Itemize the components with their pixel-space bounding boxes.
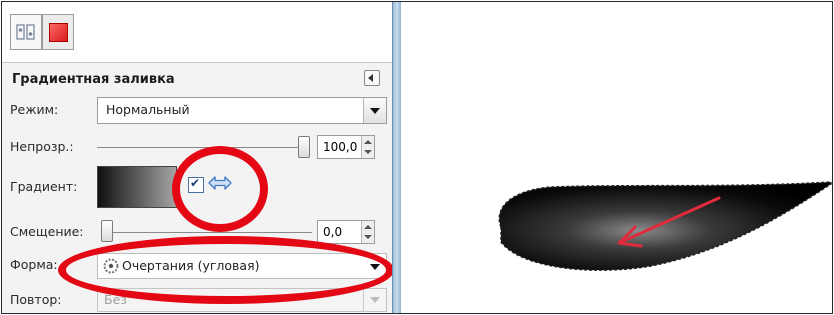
panel-tab-strip xyxy=(2,2,392,63)
offset-label: Смещение: xyxy=(10,224,84,239)
gradient-preview[interactable] xyxy=(97,166,177,208)
red-square-icon xyxy=(49,23,68,42)
mode-label: Режим: xyxy=(10,102,59,117)
tool-options-icon xyxy=(16,24,35,40)
opacity-value: 100,0 xyxy=(323,140,358,154)
tab-colors[interactable] xyxy=(42,14,74,50)
shape-value: Очертания (угловая) xyxy=(122,258,260,273)
panel-title: Градиентная заливка xyxy=(12,72,175,87)
spin-arrows-icon[interactable] xyxy=(361,136,374,158)
screenshot-frame: Градиентная заливка Режим: Нормальный Не… xyxy=(1,1,833,314)
chevron-down-icon[interactable] xyxy=(363,98,386,123)
opacity-slider-track[interactable] xyxy=(97,147,307,148)
tool-options-panel: Градиентная заливка Режим: Нормальный Не… xyxy=(2,2,394,313)
offset-slider-handle[interactable] xyxy=(101,220,113,242)
spin-arrows-icon[interactable] xyxy=(361,221,374,243)
opacity-spinbox[interactable]: 100,0 xyxy=(317,135,375,159)
repeat-value: Без xyxy=(104,292,127,307)
shape-corner-icon xyxy=(103,258,119,274)
mode-select[interactable]: Нормальный xyxy=(97,97,387,124)
repeat-select[interactable]: Без xyxy=(97,288,387,312)
shape-select[interactable]: Очертания (угловая) xyxy=(97,253,387,279)
swap-arrows-icon[interactable] xyxy=(207,174,233,192)
reverse-checkbox[interactable] xyxy=(188,176,204,193)
repeat-label: Повтор: xyxy=(10,292,62,307)
tab-tool-options[interactable] xyxy=(10,14,42,50)
mode-value: Нормальный xyxy=(106,102,190,117)
chevron-down-icon[interactable] xyxy=(364,254,386,278)
offset-spinbox[interactable]: 0,0 xyxy=(317,220,375,244)
offset-value: 0,0 xyxy=(323,225,343,239)
shape-label: Форма: xyxy=(10,257,58,272)
offset-slider-track[interactable] xyxy=(102,232,312,233)
image-canvas[interactable] xyxy=(401,2,832,313)
gradient-label: Градиент: xyxy=(10,179,78,194)
gradient-shape-preview xyxy=(498,181,832,271)
collapse-left-icon[interactable] xyxy=(364,70,380,86)
opacity-label: Непрозр.: xyxy=(10,139,74,154)
opacity-slider-handle[interactable] xyxy=(298,136,310,158)
chevron-down-icon[interactable] xyxy=(363,289,386,311)
selection-shape xyxy=(498,181,832,271)
window-border xyxy=(392,2,401,313)
